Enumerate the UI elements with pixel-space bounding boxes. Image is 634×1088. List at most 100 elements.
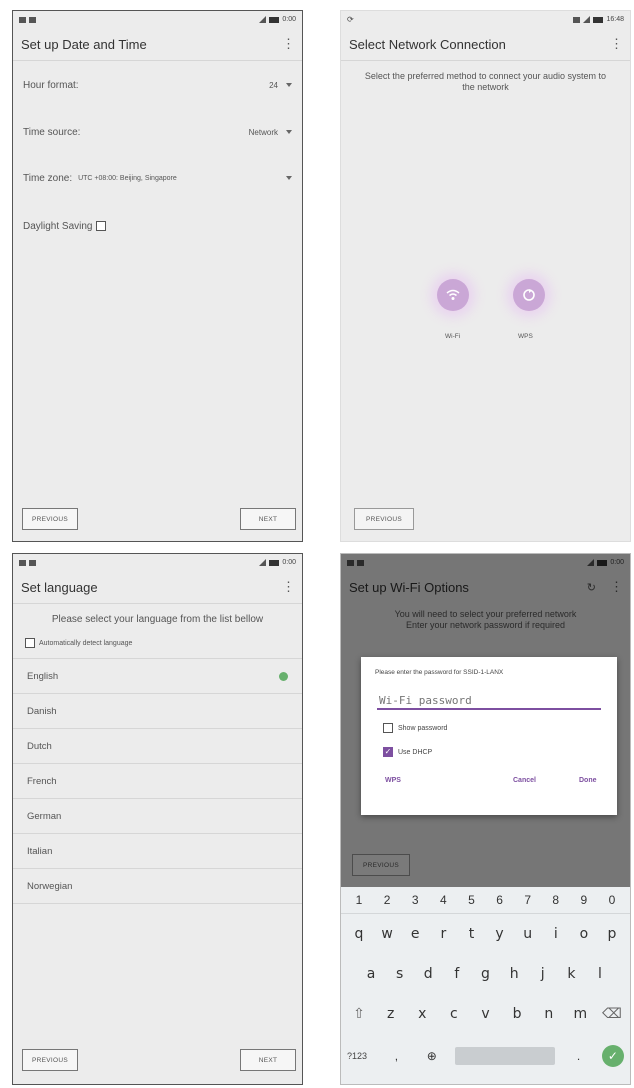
more-options-icon[interactable]: ⋮ — [282, 36, 295, 52]
cancel-button[interactable]: Cancel — [513, 777, 536, 784]
key[interactable]: d — [416, 966, 440, 982]
key[interactable]: 1 — [347, 893, 371, 907]
auto-detect-checkbox[interactable] — [25, 638, 35, 648]
key[interactable]: u — [516, 926, 540, 942]
key[interactable]: n — [537, 1006, 561, 1022]
list-item[interactable]: Norwegian — [13, 868, 302, 904]
show-password-checkbox[interactable] — [383, 723, 393, 733]
show-password-row[interactable]: Show password — [383, 723, 447, 733]
shift-icon[interactable]: ⇧ — [347, 1006, 371, 1022]
use-dhcp-row[interactable]: ✓ Use DHCP — [383, 747, 432, 757]
next-button[interactable]: NEXT — [240, 1049, 296, 1071]
backspace-icon[interactable]: ⌫ — [600, 1006, 624, 1022]
key[interactable]: b — [505, 1006, 529, 1022]
wifi-password-dialog: Please enter the password for SSID-1-LAN… — [361, 657, 617, 815]
period-key[interactable]: . — [567, 1049, 591, 1063]
key[interactable]: r — [431, 926, 455, 942]
daylight-checkbox[interactable] — [96, 221, 107, 231]
key[interactable]: t — [459, 926, 483, 942]
key[interactable]: 4 — [431, 893, 455, 907]
key[interactable]: g — [474, 966, 498, 982]
key[interactable]: 2 — [375, 893, 399, 907]
language-label: Dutch — [27, 740, 52, 752]
key[interactable]: o — [572, 926, 596, 942]
previous-button[interactable]: PREVIOUS — [22, 508, 78, 530]
key[interactable]: 0 — [600, 893, 624, 907]
key[interactable]: 9 — [572, 893, 596, 907]
key[interactable]: i — [544, 926, 568, 942]
key[interactable]: m — [568, 1006, 592, 1022]
key[interactable]: a — [359, 966, 383, 982]
key[interactable]: 5 — [459, 893, 483, 907]
app-bar: Set up Date and Time ⋮ — [13, 28, 302, 61]
password-input[interactable] — [377, 692, 601, 710]
key[interactable]: p — [600, 926, 624, 942]
hour-format-label: Hour format: — [23, 79, 79, 91]
key[interactable]: y — [488, 926, 512, 942]
globe-icon[interactable]: ⊕ — [420, 1049, 444, 1063]
symbols-key[interactable]: ?123 — [347, 1051, 373, 1061]
page-title: Set up Date and Time — [21, 36, 147, 52]
status-time: 0:00 — [282, 16, 296, 23]
key[interactable]: z — [379, 1006, 403, 1022]
key[interactable]: 8 — [544, 893, 568, 907]
more-options-icon[interactable]: ⋮ — [282, 579, 295, 595]
next-button[interactable]: NEXT — [240, 508, 296, 530]
key[interactable]: s — [388, 966, 412, 982]
language-label: German — [27, 810, 62, 822]
space-bar[interactable] — [455, 1047, 556, 1065]
screen-wifi-options: 0:00 Set up Wi-Fi Options ↻ ⋮ You will n… — [340, 553, 631, 1085]
screen-network-connection: ⟳ 16:48 Select Network Connection ⋮ Sele… — [340, 10, 631, 542]
hour-format-dropdown[interactable]: 24 — [269, 81, 292, 90]
key[interactable]: l — [588, 966, 612, 982]
key[interactable]: f — [445, 966, 469, 982]
list-item[interactable]: Italian — [13, 833, 302, 868]
key[interactable]: e — [403, 926, 427, 942]
app-bar: Set language ⋮ — [13, 571, 302, 604]
key[interactable]: v — [474, 1006, 498, 1022]
key[interactable]: 6 — [488, 893, 512, 907]
done-check-icon[interactable]: ✓ — [601, 1045, 624, 1067]
list-item[interactable]: Dutch — [13, 728, 302, 763]
key-row-1: q w e r t y u i o p — [341, 914, 630, 954]
notification-icon — [19, 559, 26, 566]
list-item[interactable]: English — [13, 658, 302, 693]
chevron-down-icon[interactable] — [286, 176, 292, 180]
wifi-button[interactable] — [437, 279, 469, 311]
key[interactable]: j — [531, 966, 555, 982]
more-options-icon[interactable]: ⋮ — [610, 36, 623, 52]
wps-button[interactable]: WPS — [385, 777, 401, 784]
key[interactable]: 3 — [403, 893, 427, 907]
auto-detect-row[interactable]: Automatically detect language — [13, 626, 302, 658]
time-zone-group[interactable]: Time zone: UTC +08:00: Beijing, Singapor… — [23, 173, 177, 184]
auto-detect-label: Automatically detect language — [39, 639, 133, 647]
key[interactable]: q — [347, 926, 371, 942]
previous-button[interactable]: PREVIOUS — [354, 508, 414, 530]
time-source-dropdown[interactable]: Network — [249, 128, 292, 137]
signal-icon — [259, 559, 267, 566]
key[interactable]: w — [375, 926, 399, 942]
key[interactable]: x — [410, 1006, 434, 1022]
comma-key[interactable]: , — [384, 1049, 408, 1063]
key[interactable]: h — [502, 966, 526, 982]
wps-button[interactable] — [513, 279, 545, 311]
use-dhcp-checkbox[interactable]: ✓ — [383, 747, 393, 757]
list-item[interactable]: French — [13, 763, 302, 798]
battery-icon — [269, 16, 280, 23]
key[interactable]: k — [559, 966, 583, 982]
done-button[interactable]: Done — [579, 777, 597, 784]
key[interactable]: c — [442, 1006, 466, 1022]
key-row-2: a s d f g h j k l — [341, 954, 630, 994]
key-row-3: ⇧ z x c v b n m ⌫ — [341, 994, 630, 1034]
selected-check-icon — [279, 671, 288, 681]
page-title: Select Network Connection — [349, 36, 506, 52]
previous-button[interactable]: PREVIOUS — [22, 1049, 78, 1071]
instruction-text: Select the preferred method to connect y… — [364, 71, 607, 92]
page-title: Set language — [21, 579, 98, 595]
lock-icon — [29, 16, 36, 23]
list-item[interactable]: German — [13, 798, 302, 833]
key[interactable]: 7 — [516, 893, 540, 907]
language-label: Italian — [27, 845, 53, 857]
list-item[interactable]: Danish — [13, 693, 302, 728]
hour-format-value: 24 — [269, 80, 278, 90]
